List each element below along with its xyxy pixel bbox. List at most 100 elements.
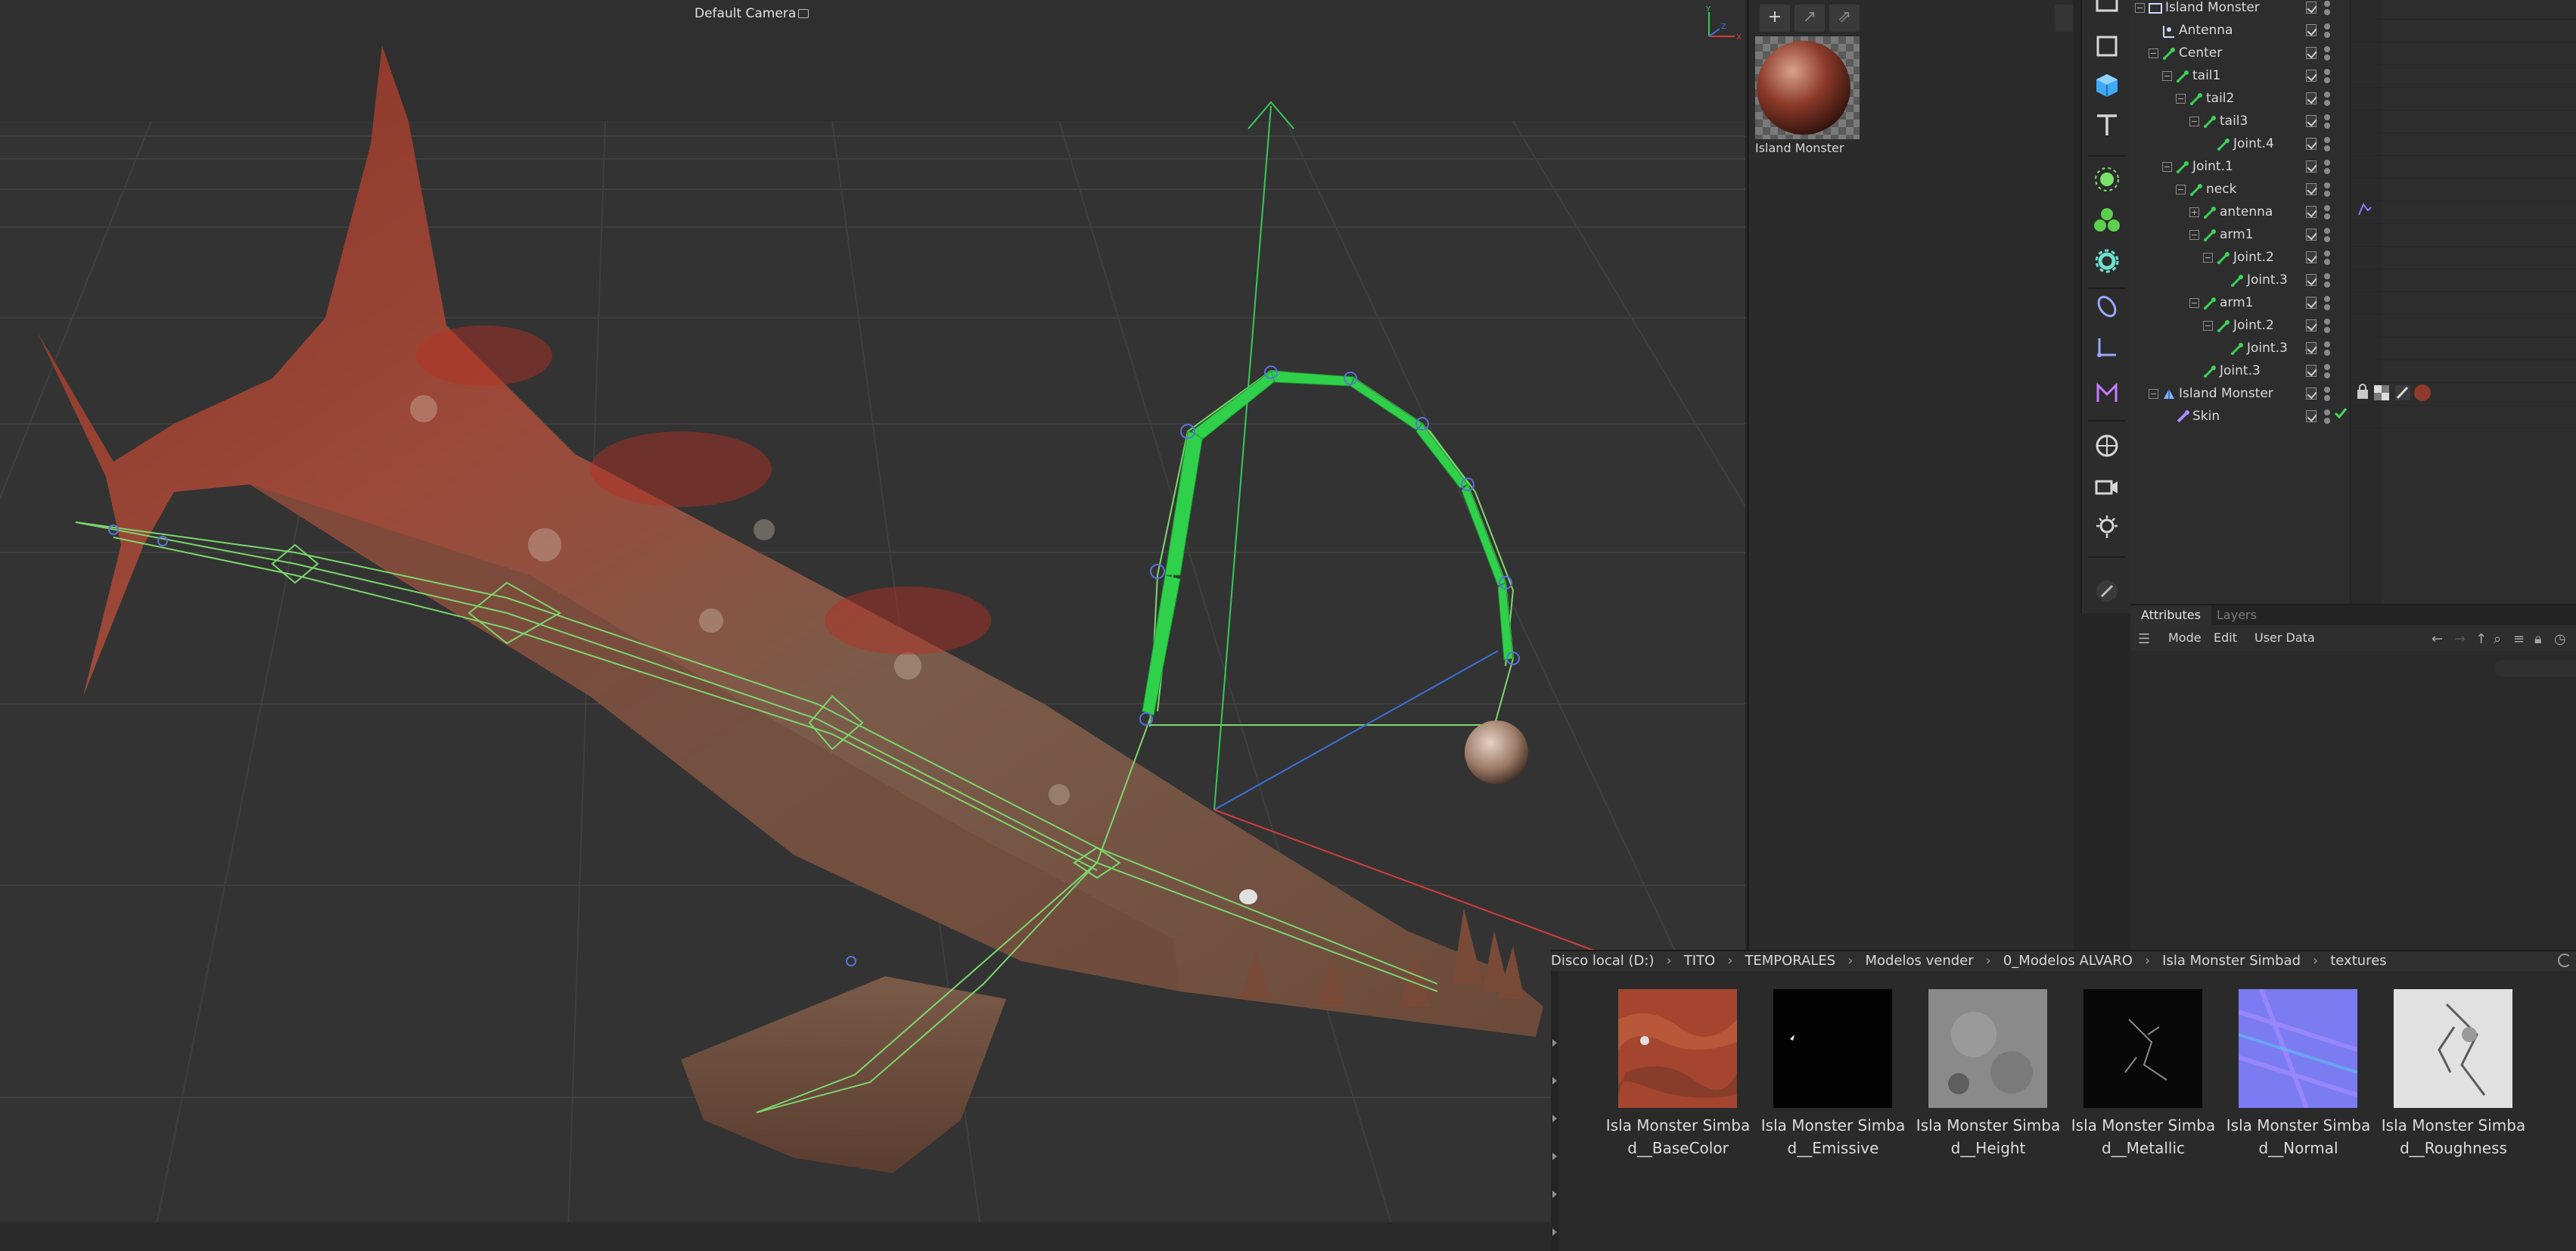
editor-visibility-dot-icon[interactable] <box>2324 160 2330 166</box>
texture-asset-height[interactable]: Isla Monster Simbad__Height <box>1913 989 2060 1201</box>
coordinate-tool[interactable] <box>2090 330 2124 365</box>
light-tool[interactable] <box>2090 510 2124 545</box>
tree-expander-icon[interactable]: − <box>2203 321 2213 331</box>
tree-row[interactable]: Antenna <box>2130 20 2576 42</box>
editor-visibility-dot-icon[interactable] <box>2324 46 2330 52</box>
texture-thumbnail[interactable] <box>1773 989 1892 1108</box>
render-visibility-dot-icon[interactable] <box>2324 418 2330 424</box>
texture-thumbnail[interactable] <box>1928 989 2047 1108</box>
refresh-icon[interactable] <box>2558 954 2571 967</box>
editor-visibility-dot-icon[interactable] <box>2324 409 2330 415</box>
back-arrow-icon[interactable]: ← <box>2432 631 2443 647</box>
brush-tool-button[interactable]: ⇗ <box>1829 5 1860 32</box>
tree-row[interactable]: − arm1 <box>2130 292 2576 315</box>
tree-expander-icon[interactable]: − <box>2176 185 2186 194</box>
render-visibility-dot-icon[interactable] <box>2324 327 2330 333</box>
render-visibility-dot-icon[interactable] <box>2324 145 2330 151</box>
field-tool[interactable] <box>2090 289 2124 324</box>
editor-visibility-dot-icon[interactable] <box>2324 364 2330 370</box>
cloner-tool[interactable] <box>2090 203 2124 238</box>
render-visibility-dot-icon[interactable] <box>2324 350 2330 356</box>
tree-row[interactable]: − tail2 <box>2130 88 2576 110</box>
render-visibility-dot-icon[interactable] <box>2324 236 2330 242</box>
tree-row[interactable]: − arm1 <box>2130 224 2576 247</box>
breadcrumb-segment[interactable]: Isla Monster Simbad <box>2162 953 2301 969</box>
visibility-toggles[interactable] <box>2306 114 2336 130</box>
visibility-toggles[interactable] <box>2306 23 2336 39</box>
tree-row[interactable]: − Center <box>2130 42 2576 65</box>
generator-tool[interactable] <box>2090 162 2124 197</box>
enable-checkbox-icon[interactable] <box>2306 92 2317 104</box>
visibility-toggles[interactable] <box>2306 91 2336 107</box>
enable-checkbox-icon[interactable] <box>2306 183 2317 195</box>
render-visibility-dot-icon[interactable] <box>2324 32 2330 38</box>
enable-checkbox-icon[interactable] <box>2306 251 2317 263</box>
trash-icon[interactable] <box>2055 5 2073 32</box>
ik-tag-icon[interactable] <box>2356 200 2374 218</box>
breadcrumb-segment[interactable]: TITO <box>1684 953 1715 969</box>
expand-arrow-icon[interactable] <box>1552 1039 1557 1047</box>
enable-checkbox-icon[interactable] <box>2306 47 2317 59</box>
deformer-tool[interactable] <box>2090 244 2124 279</box>
tree-expander-icon[interactable]: − <box>2176 94 2186 104</box>
tree-expander-icon[interactable]: − <box>2189 117 2199 126</box>
arm-bones[interactable] <box>1142 370 1514 716</box>
tree-expander-icon[interactable]: − <box>2135 3 2145 13</box>
visibility-toggles[interactable] <box>2306 204 2336 221</box>
render-visibility-dot-icon[interactable] <box>2324 123 2330 129</box>
visibility-toggles[interactable] <box>2306 136 2336 153</box>
visibility-toggles[interactable] <box>2306 318 2336 335</box>
visibility-toggles[interactable] <box>2306 386 2336 403</box>
enable-checkbox-icon[interactable] <box>2306 115 2317 127</box>
texture-thumbnail[interactable] <box>2394 989 2512 1108</box>
enable-checkbox-icon[interactable] <box>2306 297 2317 309</box>
new-panel-icon[interactable]: ◷ <box>2554 631 2566 647</box>
null-object-tool[interactable] <box>2090 0 2124 18</box>
editor-visibility-dot-icon[interactable] <box>2324 296 2330 302</box>
render-visibility-dot-icon[interactable] <box>2324 395 2330 401</box>
editor-visibility-dot-icon[interactable] <box>2324 387 2330 393</box>
visibility-toggles[interactable] <box>2306 341 2336 357</box>
camera-selector[interactable]: Default Camera <box>694 6 809 21</box>
editor-visibility-dot-icon[interactable] <box>2324 114 2330 120</box>
enable-checkbox-icon[interactable] <box>2306 24 2317 36</box>
tab-layers[interactable]: Layers <box>2206 605 2267 625</box>
expand-arrow-icon[interactable] <box>1552 1228 1557 1236</box>
editor-visibility-dot-icon[interactable] <box>2324 92 2330 98</box>
environment-tool[interactable] <box>2090 428 2124 463</box>
texture-thumbnail[interactable] <box>1618 989 1737 1108</box>
expand-arrow-icon[interactable] <box>1552 1115 1557 1122</box>
tree-row[interactable]: Skin <box>2130 406 2576 428</box>
hamburger-menu-icon[interactable]: ☰ <box>2138 631 2150 647</box>
texture-asset-emissive[interactable]: Isla Monster Simbad__Emissive <box>1757 989 1905 1201</box>
editor-visibility-dot-icon[interactable] <box>2324 205 2330 211</box>
enable-checkbox-icon[interactable] <box>2306 138 2317 150</box>
spline-rectangle-tool[interactable] <box>2090 29 2124 64</box>
menu-user-data[interactable]: User Data <box>2254 630 2315 645</box>
texture-thumbnail[interactable] <box>2239 989 2357 1108</box>
tree-row[interactable]: Joint.4 <box>2130 133 2576 156</box>
render-visibility-dot-icon[interactable] <box>2324 77 2330 83</box>
visibility-toggles[interactable] <box>2306 159 2336 176</box>
tree-expander-icon[interactable]: − <box>2149 48 2158 58</box>
editor-visibility-dot-icon[interactable] <box>2324 69 2330 75</box>
enable-checkbox-icon[interactable] <box>2306 2 2317 14</box>
island-monster-mesh[interactable] <box>38 45 1543 1173</box>
render-visibility-dot-icon[interactable] <box>2324 54 2330 61</box>
editor-visibility-dot-icon[interactable] <box>2324 182 2330 188</box>
tree-expander-icon[interactable]: − <box>2189 230 2199 240</box>
render-visibility-dot-icon[interactable] <box>2324 372 2330 378</box>
enable-checkbox-icon[interactable] <box>2306 410 2317 422</box>
breadcrumb-segment[interactable]: Disco local (D:) <box>1551 953 1655 969</box>
render-visibility-dot-icon[interactable] <box>2324 168 2330 174</box>
editor-visibility-dot-icon[interactable] <box>2324 228 2330 234</box>
tab-attributes[interactable]: Attributes <box>2130 605 2211 625</box>
editor-visibility-dot-icon[interactable] <box>2324 251 2330 257</box>
enable-checkbox-icon[interactable] <box>2306 342 2317 354</box>
texture-asset-normal[interactable]: Isla Monster Simbad__Normal <box>2223 989 2370 1201</box>
texture-asset-basecolor[interactable]: Isla Monster Simbad__BaseColor <box>1602 989 1750 1201</box>
breadcrumb-segment[interactable]: textures <box>2330 953 2386 969</box>
menu-mode[interactable]: Mode <box>2168 630 2202 645</box>
3d-viewport[interactable]: Default Camera Y Z X <box>0 0 1745 1251</box>
texture-thumbnail[interactable] <box>2083 989 2202 1108</box>
